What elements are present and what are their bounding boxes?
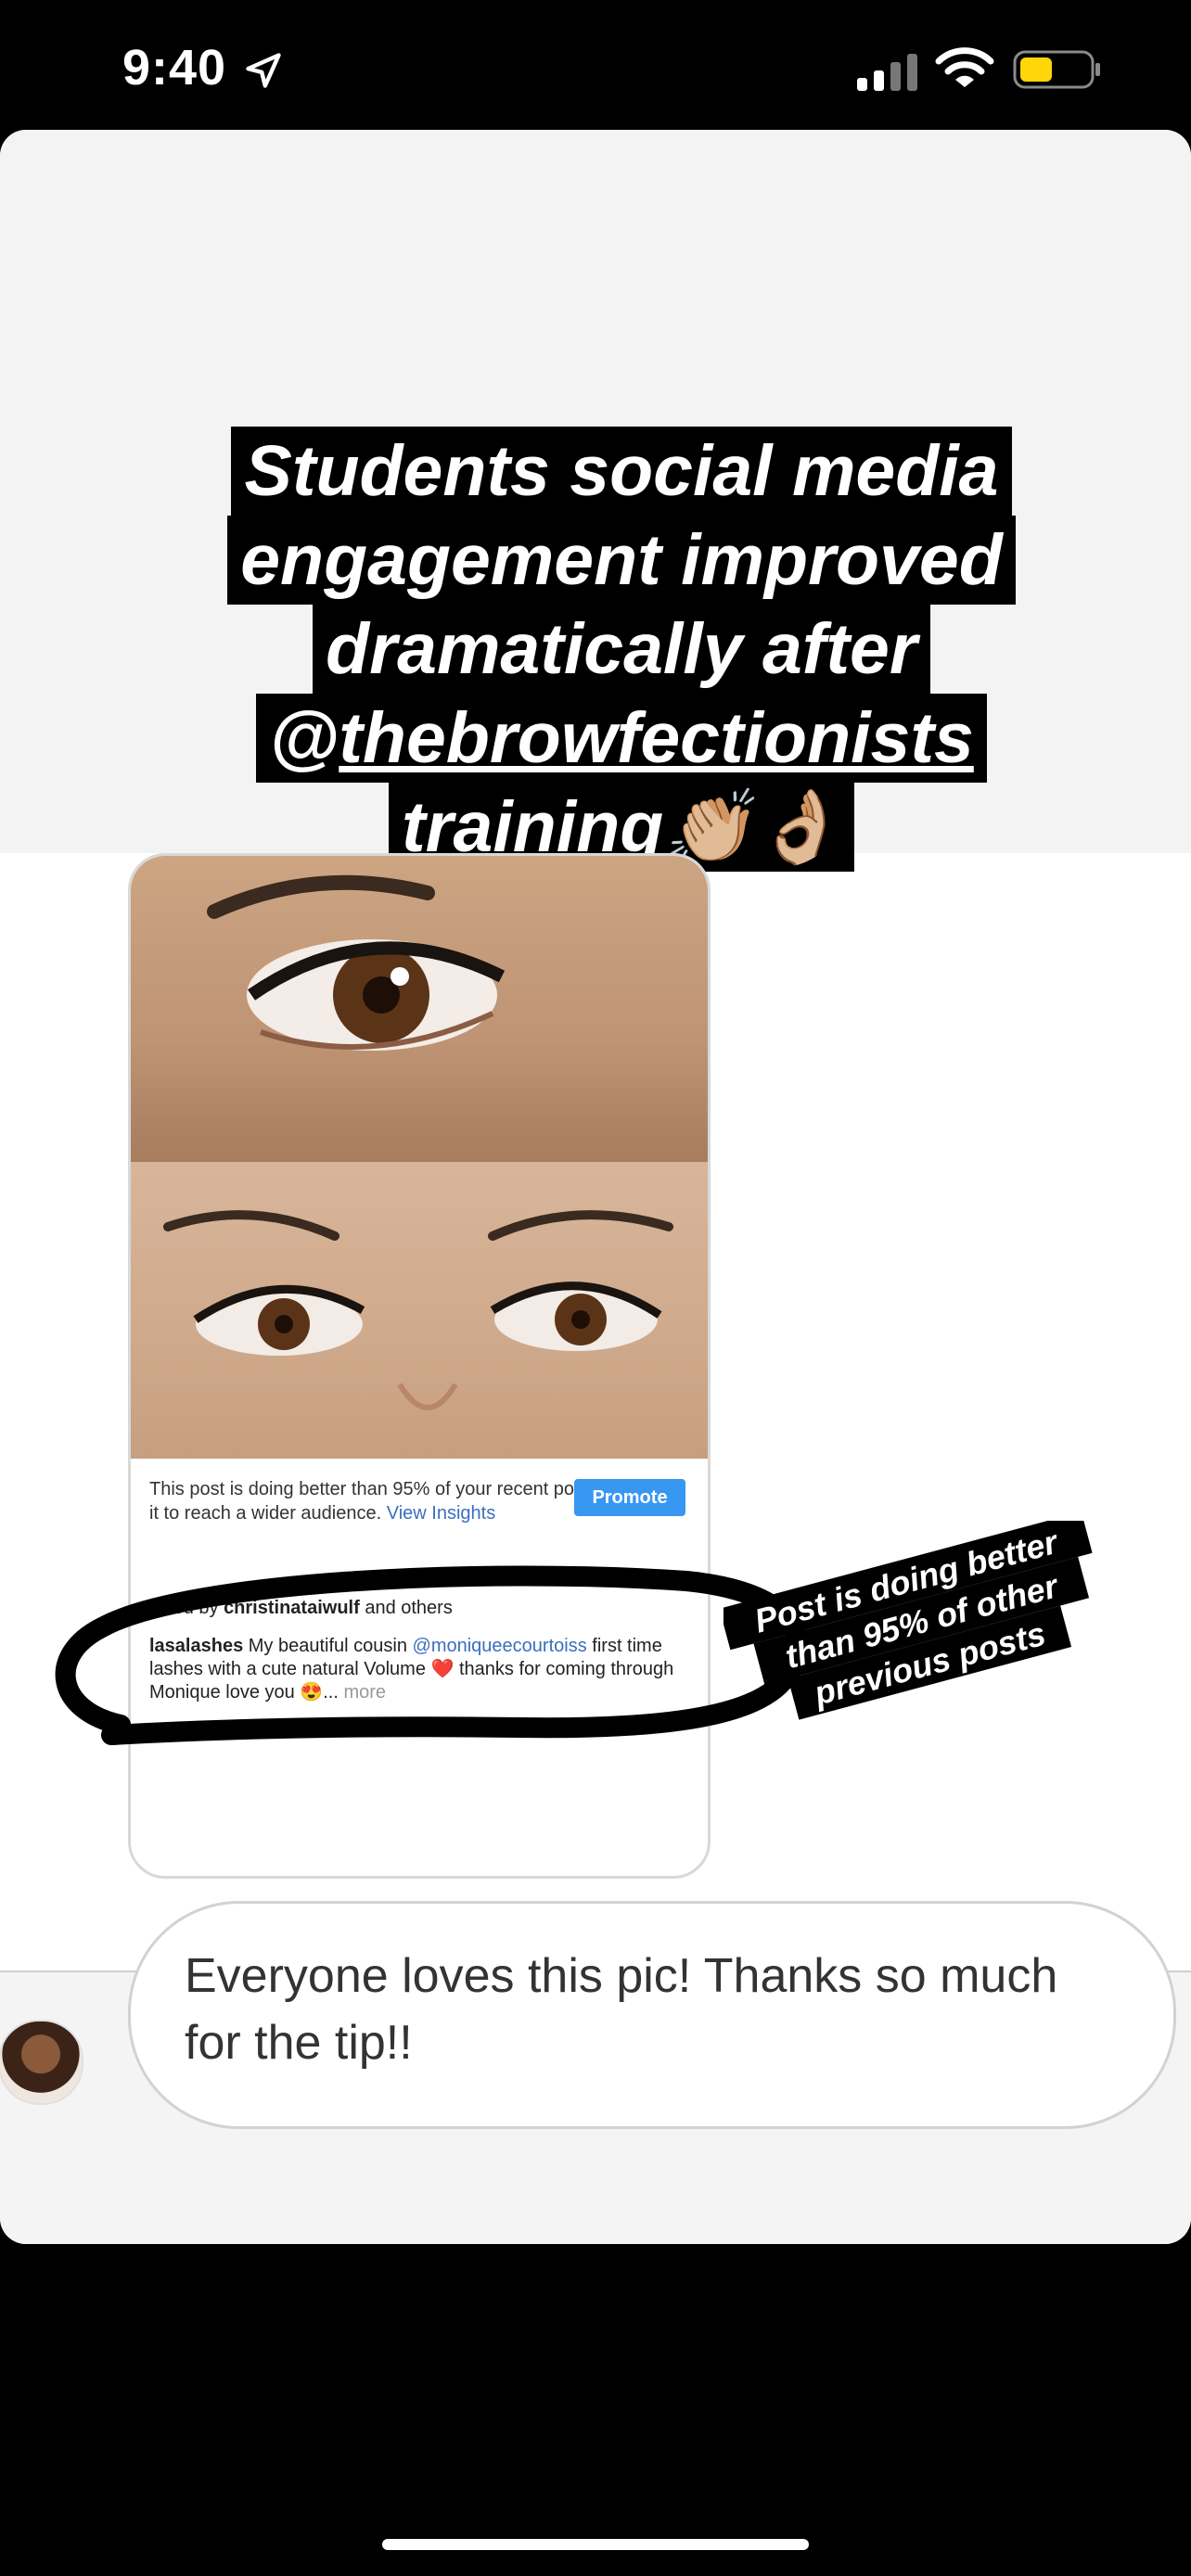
home-indicator[interactable] [382, 2539, 809, 2550]
reply-message-text: Everyone loves this pic! Thanks so much … [185, 1949, 1058, 2070]
location-arrow-icon [246, 53, 281, 88]
sender-avatar[interactable] [0, 2020, 83, 2105]
headline-line-3: dramatically after [313, 605, 930, 694]
promote-button[interactable]: Promote [574, 1479, 685, 1516]
eye-closeup-illustration [207, 874, 506, 1051]
headline-line-1: Students social media [231, 427, 1012, 516]
battery-icon [1013, 50, 1100, 89]
headline-line-2: engagement improved [227, 516, 1016, 605]
face-lashes-illustration [163, 1210, 673, 1410]
status-bar: 9:40 [0, 0, 1191, 130]
eye-closeup-photo [131, 856, 708, 1162]
story-headline: Students social media engagement improve… [111, 427, 1132, 872]
cellular-signal-icon [857, 54, 917, 91]
post-performance-sticker: Post is doing better than 95% of other p… [724, 1521, 1093, 1720]
headline-mention-link[interactable]: thebrowfectionists [339, 698, 974, 778]
status-time: 9:40 [122, 40, 227, 96]
reply-message-bubble: Everyone loves this pic! Thanks so much … [128, 1901, 1176, 2129]
marker-circle-scribble [55, 1565, 808, 1745]
headline-line-4: @thebrowfectionists [256, 694, 987, 783]
wifi-icon [935, 47, 994, 87]
face-lashes-photo [131, 1162, 708, 1459]
headline-at-sign: @ [269, 698, 339, 778]
story-frame[interactable]: Students social media engagement improve… [0, 130, 1191, 2244]
